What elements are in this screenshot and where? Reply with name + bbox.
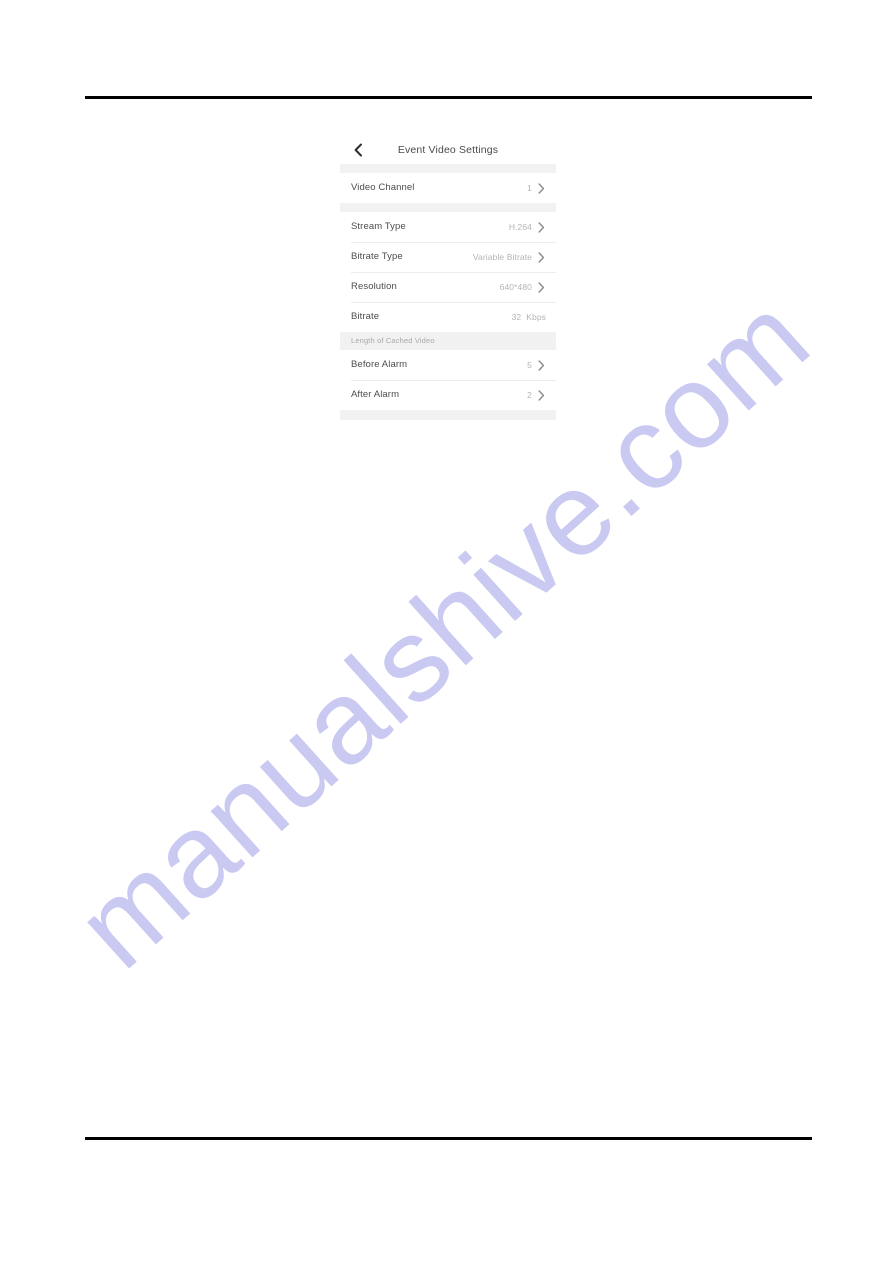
row-video-channel[interactable]: Video Channel 1	[340, 173, 556, 203]
row-label: Stream Type	[351, 221, 406, 233]
app-screenshot: Event Video Settings Video Channel 1 Str…	[340, 136, 556, 420]
section-header-label: Length of Cached Video	[351, 336, 435, 346]
chevron-left-icon[interactable]	[351, 143, 365, 157]
settings-group-cached-video: Before Alarm 5 After Alarm 2	[340, 350, 556, 410]
row-value: 1	[527, 182, 532, 193]
row-value-group: H.264	[509, 221, 546, 233]
row-label: Bitrate	[351, 311, 380, 323]
row-value-group: 640*480	[500, 281, 546, 293]
row-value-group: Variable Bitrate	[473, 251, 546, 263]
row-label: Resolution	[351, 281, 397, 293]
app-titlebar: Event Video Settings	[340, 136, 556, 164]
row-value-group: 32 Kbps	[512, 313, 546, 322]
chevron-right-icon[interactable]	[537, 251, 546, 263]
page-footer-rule	[85, 1137, 812, 1140]
row-value: 32	[511, 311, 522, 322]
chevron-right-icon[interactable]	[537, 389, 546, 401]
page-header-rule	[85, 96, 812, 99]
row-value-group: 1	[527, 182, 546, 194]
row-after-alarm[interactable]: After Alarm 2	[340, 380, 556, 410]
page-title: Event Video Settings	[397, 143, 499, 156]
settings-group-stream: Stream Type H.264 Bitrate Type Variable …	[340, 212, 556, 332]
row-value: 5	[527, 359, 532, 370]
row-resolution[interactable]: Resolution 640*480	[340, 272, 556, 302]
settings-group-channel: Video Channel 1	[340, 173, 556, 203]
row-unit: Kbps	[526, 311, 546, 322]
row-label: Before Alarm	[351, 359, 408, 371]
row-label: Video Channel	[351, 182, 415, 194]
row-value: 640*480	[499, 281, 532, 292]
section-header-cached-video: Length of Cached Video	[340, 332, 556, 350]
group-separator	[340, 164, 556, 173]
row-label: After Alarm	[351, 389, 400, 401]
row-value: 2	[527, 389, 532, 400]
row-value: H.264	[508, 221, 532, 232]
row-bitrate: Bitrate 32 Kbps	[340, 302, 556, 332]
chevron-right-icon[interactable]	[537, 221, 546, 233]
row-bitrate-type[interactable]: Bitrate Type Variable Bitrate	[340, 242, 556, 272]
chevron-right-icon[interactable]	[537, 359, 546, 371]
screenshot-bottom-band	[340, 410, 556, 420]
row-value-group: 5	[527, 359, 546, 371]
row-label: Bitrate Type	[351, 251, 403, 263]
row-value-group: 2	[527, 389, 546, 401]
chevron-right-icon[interactable]	[537, 281, 546, 293]
chevron-right-icon[interactable]	[537, 182, 546, 194]
row-stream-type[interactable]: Stream Type H.264	[340, 212, 556, 242]
group-separator	[340, 203, 556, 212]
row-before-alarm[interactable]: Before Alarm 5	[340, 350, 556, 380]
row-value: Variable Bitrate	[472, 251, 532, 262]
